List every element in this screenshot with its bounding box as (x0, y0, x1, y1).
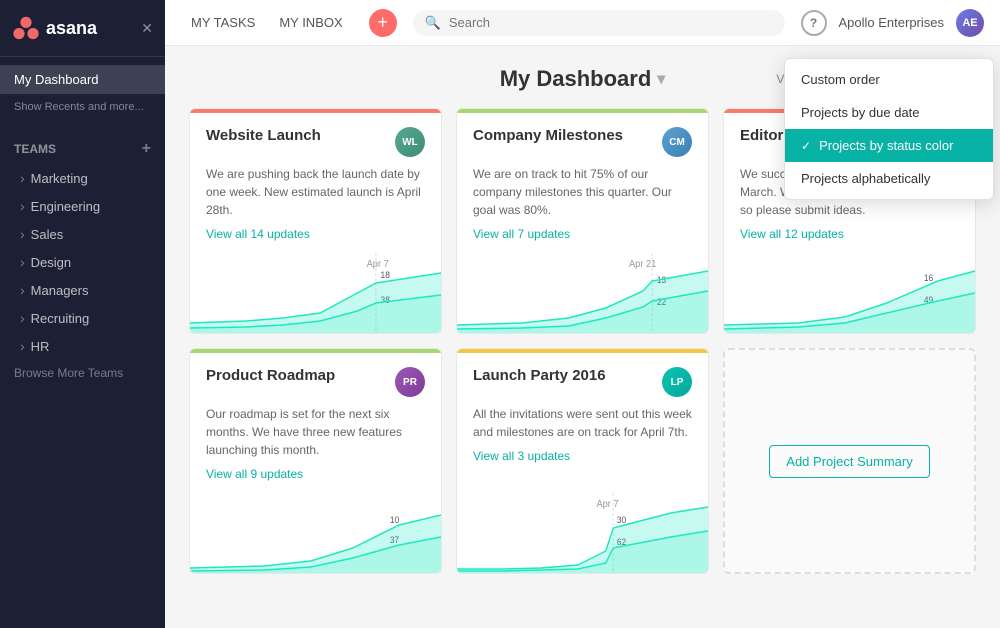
dropdown-item-label: Projects alphabetically (801, 171, 930, 186)
close-button[interactable]: ✕ (141, 20, 153, 37)
search-input[interactable] (449, 15, 773, 30)
svg-text:30: 30 (617, 515, 626, 525)
card-header: Website Launch WL (206, 127, 425, 157)
dropdown-by-status-color[interactable]: ✓ Projects by status color (785, 129, 993, 162)
chart-svg: 10 37 (190, 493, 441, 573)
search-icon: 🔍 (425, 15, 441, 31)
add-project-button[interactable]: Add Project Summary (769, 445, 929, 478)
card-header: Launch Party 2016 LP (473, 367, 692, 397)
title-chevron-icon[interactable]: ▾ (657, 69, 665, 89)
card-chart: 10 37 (190, 493, 441, 573)
svg-text:Apr 7: Apr 7 (596, 499, 618, 510)
card-link[interactable]: View all 3 updates (473, 449, 570, 463)
sidebar-show-recents[interactable]: Show Recents and more... (0, 94, 165, 120)
chart-svg: Apr 7 18 38 (190, 253, 441, 333)
card-chart: Apr 21 13 22 (457, 253, 708, 333)
dropdown-item-label: Custom order (801, 72, 880, 87)
card-body: Company Milestones CM We are on track to… (457, 113, 708, 243)
card-desc: We are pushing back the launch date by o… (206, 165, 425, 219)
svg-text:Apr 7: Apr 7 (367, 259, 389, 270)
card-header: Company Milestones CM (473, 127, 692, 157)
create-task-button[interactable]: + (369, 9, 397, 37)
dropdown-custom-order[interactable]: Custom order (785, 63, 993, 96)
sidebar-dashboard-label: My Dashboard (14, 72, 99, 87)
card-link[interactable]: View all 14 updates (206, 227, 310, 241)
sidebar-item-managers[interactable]: Managers (0, 276, 165, 304)
my-inbox-nav[interactable]: MY INBOX (269, 9, 352, 36)
chart-svg: 16 49 (724, 253, 975, 333)
svg-text:16: 16 (924, 273, 933, 283)
dropdown-by-due-date[interactable]: Projects by due date (785, 96, 993, 129)
sidebar: asana ✕ My Dashboard Show Recents and mo… (0, 0, 165, 628)
card-avatar: WL (395, 127, 425, 157)
card-desc: Our roadmap is set for the next six mont… (206, 405, 425, 459)
card-desc: All the invitations were sent out this w… (473, 405, 692, 441)
card-product-roadmap: Product Roadmap PR Our roadmap is set fo… (189, 348, 442, 574)
sidebar-nav: My Dashboard Show Recents and more... (0, 57, 165, 128)
card-body: Product Roadmap PR Our roadmap is set fo… (190, 353, 441, 483)
card-link[interactable]: View all 9 updates (206, 467, 303, 481)
sidebar-teams-section: Teams + Marketing Engineering Sales Desi… (0, 128, 165, 392)
card-title: Product Roadmap (206, 367, 335, 384)
sidebar-item-hr[interactable]: HR (0, 332, 165, 360)
sidebar-teams-header: Teams + (0, 134, 165, 164)
card-add-project: Add Project Summary (723, 348, 976, 574)
dropdown-item-label: Projects by status color (819, 138, 953, 153)
svg-text:10: 10 (390, 515, 399, 525)
browse-teams-link[interactable]: Browse More Teams (0, 360, 165, 386)
card-body: Website Launch WL We are pushing back th… (190, 113, 441, 243)
card-title: Website Launch (206, 127, 321, 144)
sidebar-item-design[interactable]: Design (0, 248, 165, 276)
topbar-right: ? Apollo Enterprises AE (801, 9, 985, 37)
dropdown-alphabetically[interactable]: Projects alphabetically (785, 162, 993, 195)
card-website-launch: Website Launch WL We are pushing back th… (189, 108, 442, 334)
chart-svg: Apr 21 13 22 (457, 253, 708, 333)
card-link[interactable]: View all 7 updates (473, 227, 570, 241)
view-dropdown: Custom order Projects by due date ✓ Proj… (784, 58, 994, 200)
card-desc: We are on track to hit 75% of our compan… (473, 165, 692, 219)
card-header: Product Roadmap PR (206, 367, 425, 397)
company-name: Apollo Enterprises (839, 15, 945, 30)
card-chart: Apr 7 30 62 (457, 493, 708, 573)
search-container: 🔍 (413, 10, 785, 36)
sidebar-item-marketing[interactable]: Marketing (0, 164, 165, 192)
check-icon: ✓ (801, 139, 811, 153)
card-avatar: LP (662, 367, 692, 397)
dropdown-item-label: Projects by due date (801, 105, 920, 120)
sidebar-item-recruiting[interactable]: Recruiting (0, 304, 165, 332)
my-tasks-nav[interactable]: MY TASKS (181, 9, 265, 36)
card-title: Company Milestones (473, 127, 623, 144)
sidebar-logo-area: asana ✕ (0, 0, 165, 57)
card-avatar: CM (662, 127, 692, 157)
add-team-icon[interactable]: + (142, 140, 151, 158)
card-avatar: PR (395, 367, 425, 397)
avatar: AE (956, 9, 984, 37)
asana-icon (12, 14, 40, 42)
asana-wordmark: asana (46, 18, 97, 39)
card-body: Launch Party 2016 LP All the invitations… (457, 353, 708, 483)
sidebar-item-engineering[interactable]: Engineering (0, 192, 165, 220)
card-link[interactable]: View all 12 updates (740, 227, 844, 241)
card-company-milestones: Company Milestones CM We are on track to… (456, 108, 709, 334)
sidebar-item-sales[interactable]: Sales (0, 220, 165, 248)
asana-logo: asana (12, 14, 97, 42)
svg-text:18: 18 (381, 270, 390, 280)
topbar-nav: MY TASKS MY INBOX (181, 9, 353, 36)
card-title: Launch Party 2016 (473, 367, 606, 384)
card-chart: Apr 7 18 38 (190, 253, 441, 333)
card-chart: 16 49 (724, 253, 975, 333)
dashboard-title: My Dashboard ▾ (500, 66, 666, 92)
topbar: MY TASKS MY INBOX + 🔍 ? Apollo Enterpris… (165, 0, 1000, 46)
help-icon[interactable]: ? (801, 10, 827, 36)
sidebar-item-dashboard[interactable]: My Dashboard (0, 65, 165, 94)
chart-svg: Apr 7 30 62 (457, 493, 708, 573)
card-launch-party: Launch Party 2016 LP All the invitations… (456, 348, 709, 574)
